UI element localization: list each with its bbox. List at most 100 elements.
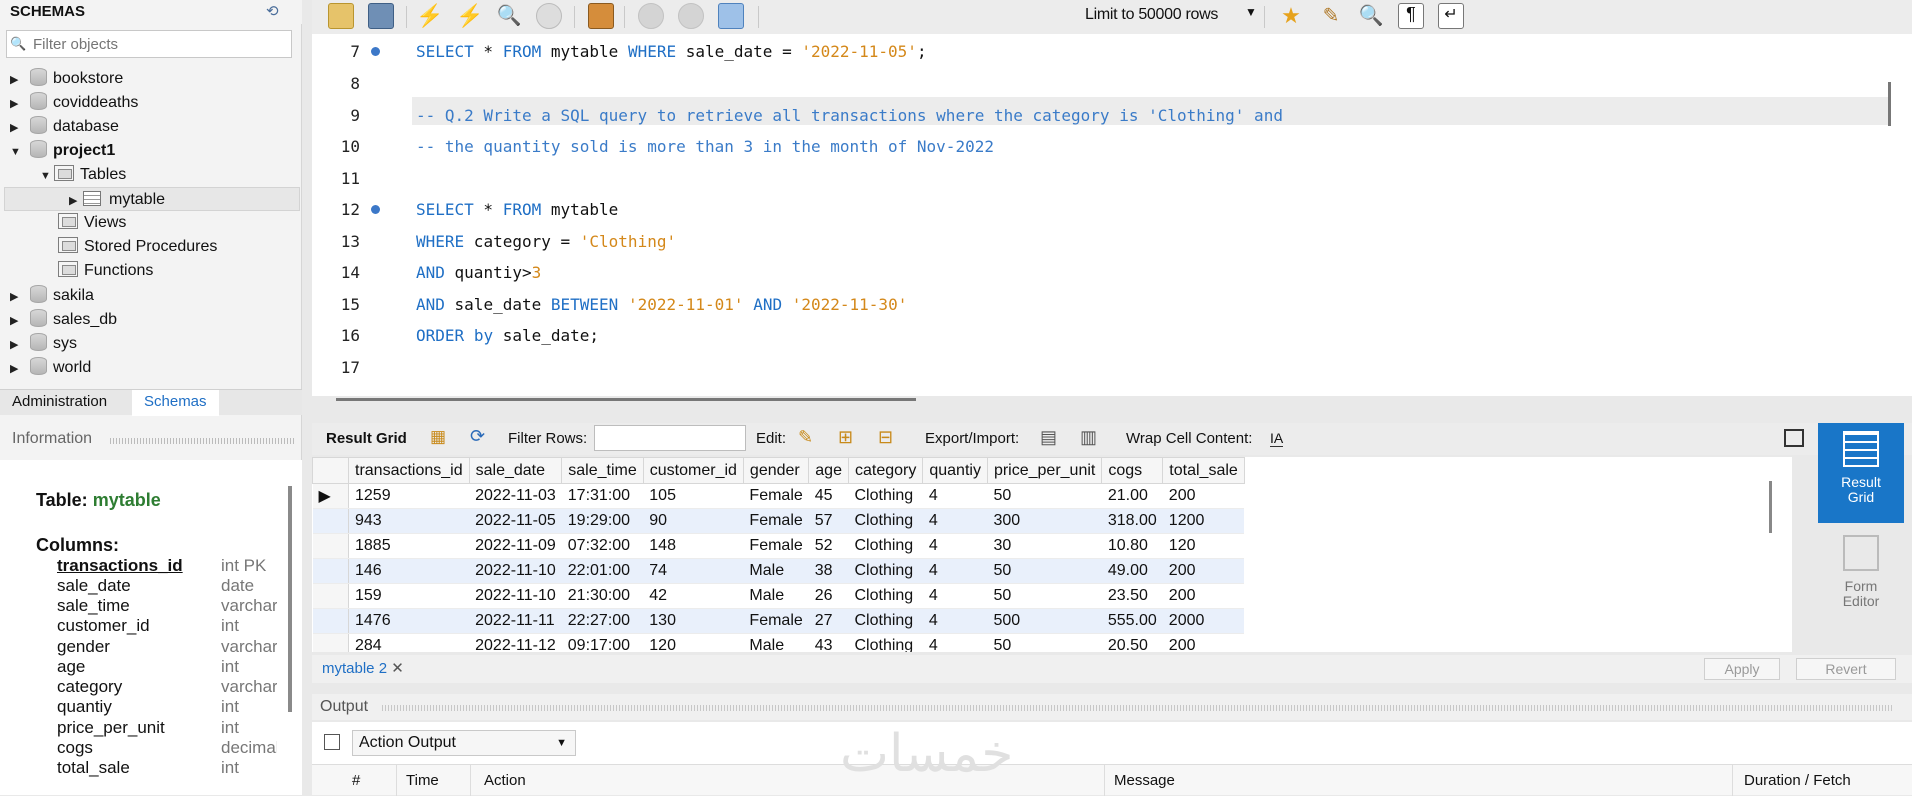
grid-cell[interactable]: 50 bbox=[987, 583, 1102, 609]
grid-cell[interactable]: 2022-11-10 bbox=[469, 558, 562, 584]
grid-cell[interactable]: 120 bbox=[1162, 533, 1245, 559]
explain-icon[interactable]: 🔍 bbox=[496, 3, 522, 29]
grid-cell[interactable]: 2022-11-05 bbox=[469, 508, 562, 534]
grid-cell[interactable]: Clothing bbox=[848, 558, 923, 584]
schema-database[interactable]: ▶ database bbox=[10, 115, 119, 139]
add-row-icon[interactable]: ⊞ bbox=[838, 427, 853, 448]
code-line-15[interactable]: AND sale_date BETWEEN '2022-11-01' AND '… bbox=[416, 295, 907, 314]
grid-cell[interactable]: Male bbox=[743, 583, 809, 609]
collapse-icon[interactable]: ▼ bbox=[40, 164, 54, 188]
grid-column-header[interactable]: sale_date bbox=[468, 457, 563, 484]
grid-cell[interactable]: 120 bbox=[643, 633, 744, 652]
tab-schemas[interactable]: Schemas bbox=[132, 390, 219, 416]
form-editor-button[interactable]: Form Editor bbox=[1818, 527, 1904, 627]
grid-cell[interactable]: 50 bbox=[987, 633, 1102, 652]
grid-column-header[interactable]: cogs bbox=[1101, 457, 1164, 484]
schema-sales-db[interactable]: ▶ sales_db bbox=[10, 308, 117, 332]
stored-procedures-node[interactable]: Stored Procedures bbox=[58, 235, 217, 259]
schema-project1[interactable]: ▼ project1 bbox=[10, 139, 115, 163]
grid-cell[interactable]: 10.80 bbox=[1101, 533, 1163, 559]
table-row[interactable]: 284 2022-11-12 09:17:00 120 Male 43 Clothing 4 5… bbox=[312, 633, 1245, 652]
schema-sakila[interactable]: ▶ sakila bbox=[10, 284, 94, 308]
autocommit-icon[interactable] bbox=[718, 3, 744, 29]
code-line-7[interactable]: SELECT * FROM mytable WHERE sale_date = … bbox=[416, 42, 927, 61]
row-gutter[interactable] bbox=[312, 508, 349, 534]
current-row-icon[interactable]: ▶ bbox=[312, 483, 349, 509]
expand-icon[interactable]: ▶ bbox=[69, 189, 83, 213]
row-gutter[interactable] bbox=[312, 533, 349, 559]
row-gutter[interactable] bbox=[312, 558, 349, 584]
grid-cell[interactable]: Female bbox=[743, 483, 809, 509]
grid-cell[interactable]: 21:30:00 bbox=[561, 583, 644, 609]
tab-administration[interactable]: Administration bbox=[12, 393, 107, 410]
execute-icon[interactable]: ⚡ bbox=[416, 3, 443, 29]
grid-cell[interactable]: 300 bbox=[987, 508, 1102, 534]
expand-icon[interactable]: ▶ bbox=[10, 333, 24, 357]
code-line-9[interactable]: -- Q.2 Write a SQL query to retrieve all… bbox=[416, 106, 1283, 125]
grid-column-header[interactable]: sale_time bbox=[561, 457, 644, 484]
grid-cell[interactable]: 26 bbox=[808, 583, 849, 609]
grid-column-header[interactable]: age bbox=[808, 457, 849, 484]
grid-cell[interactable]: Male bbox=[743, 633, 809, 652]
code-line-13[interactable]: WHERE category = 'Clothing' bbox=[416, 232, 676, 251]
grid-scrollbar[interactable] bbox=[1769, 481, 1772, 533]
grid-cell[interactable]: 4 bbox=[922, 558, 988, 584]
row-gutter[interactable] bbox=[312, 608, 349, 634]
grid-cell[interactable]: 318.00 bbox=[1101, 508, 1163, 534]
sql-editor[interactable]: 7 SELECT * FROM mytable WHERE sale_date … bbox=[312, 34, 1912, 401]
grid-cell[interactable]: 2000 bbox=[1162, 608, 1245, 634]
grid-cell[interactable]: Clothing bbox=[848, 483, 923, 509]
export-icon[interactable]: ▤ bbox=[1040, 427, 1057, 448]
result-grid-button[interactable]: Result Grid bbox=[1818, 423, 1904, 523]
grid-cell[interactable]: 1885 bbox=[348, 533, 470, 559]
close-icon[interactable]: ✕ bbox=[391, 660, 404, 677]
tab-mytable-2[interactable]: mytable 2 ✕ bbox=[322, 659, 404, 677]
grid-cell[interactable]: 200 bbox=[1162, 558, 1245, 584]
limit-rows-select[interactable]: Limit to 50000 rows bbox=[1085, 6, 1218, 24]
delete-row-icon[interactable]: ⊟ bbox=[878, 427, 893, 448]
result-grid[interactable]: transactions_id sale_date sale_time custome… bbox=[312, 457, 1792, 652]
table-row[interactable]: 146 2022-11-10 22:01:00 74 Male 38 Clothing 4 50… bbox=[312, 558, 1245, 584]
grid-cell[interactable]: 4 bbox=[922, 608, 988, 634]
grid-cell[interactable]: 284 bbox=[348, 633, 470, 652]
grid-cell[interactable]: 943 bbox=[348, 508, 470, 534]
grid-cell[interactable]: 4 bbox=[922, 533, 988, 559]
grid-cell[interactable]: 90 bbox=[643, 508, 744, 534]
schema-world[interactable]: ▶ world bbox=[10, 356, 91, 380]
grid-cell[interactable]: 43 bbox=[808, 633, 849, 652]
grid-cell[interactable]: 2022-11-12 bbox=[469, 633, 562, 652]
table-row[interactable]: ▶ 1259 2022-11-03 17:31:00 105 Female 45 Clothi… bbox=[312, 483, 1245, 509]
grid-column-header[interactable]: gender bbox=[742, 457, 810, 484]
expand-icon[interactable]: ▶ bbox=[10, 68, 24, 92]
grid-cell[interactable]: 22:27:00 bbox=[561, 608, 644, 634]
grid-column-header[interactable]: customer_id bbox=[642, 457, 744, 484]
expand-icon[interactable]: ▶ bbox=[10, 357, 24, 381]
grid-view-icon[interactable]: ▦ bbox=[430, 427, 446, 447]
grid-cell[interactable]: 200 bbox=[1162, 483, 1245, 509]
tables-node[interactable]: ▼ Tables bbox=[40, 163, 126, 187]
rollback-icon[interactable] bbox=[678, 3, 704, 29]
wrap-cell-icon[interactable]: IA bbox=[1270, 430, 1284, 447]
find-icon[interactable]: 🔍 bbox=[1358, 3, 1384, 29]
execute-current-icon[interactable]: ⚡ bbox=[456, 3, 483, 29]
commit-icon[interactable] bbox=[638, 3, 664, 29]
grid-cell[interactable]: Female bbox=[743, 533, 809, 559]
grid-cell[interactable]: 2022-11-09 bbox=[469, 533, 562, 559]
grid-cell[interactable]: 2022-11-03 bbox=[469, 483, 562, 509]
save-icon[interactable] bbox=[368, 3, 394, 29]
grid-cell[interactable]: 105 bbox=[643, 483, 744, 509]
grid-column-header[interactable]: total_sale bbox=[1162, 457, 1245, 484]
code-line-16[interactable]: ORDER by sale_date; bbox=[416, 326, 599, 345]
grid-column-header[interactable]: price_per_unit bbox=[986, 457, 1103, 484]
grid-cell[interactable]: 19:29:00 bbox=[561, 508, 644, 534]
apply-button[interactable]: Apply bbox=[1704, 658, 1780, 680]
beautify-icon[interactable]: ★ bbox=[1278, 3, 1304, 29]
open-file-icon[interactable] bbox=[328, 3, 354, 29]
expand-icon[interactable]: ▶ bbox=[10, 285, 24, 309]
invisible-chars-icon[interactable]: ¶ bbox=[1398, 3, 1424, 29]
grid-cell[interactable]: 1476 bbox=[348, 608, 470, 634]
grid-cell[interactable]: 500 bbox=[987, 608, 1102, 634]
grid-cell[interactable]: 21.00 bbox=[1101, 483, 1163, 509]
stop-icon[interactable] bbox=[536, 3, 562, 29]
grid-cell[interactable]: Clothing bbox=[848, 533, 923, 559]
